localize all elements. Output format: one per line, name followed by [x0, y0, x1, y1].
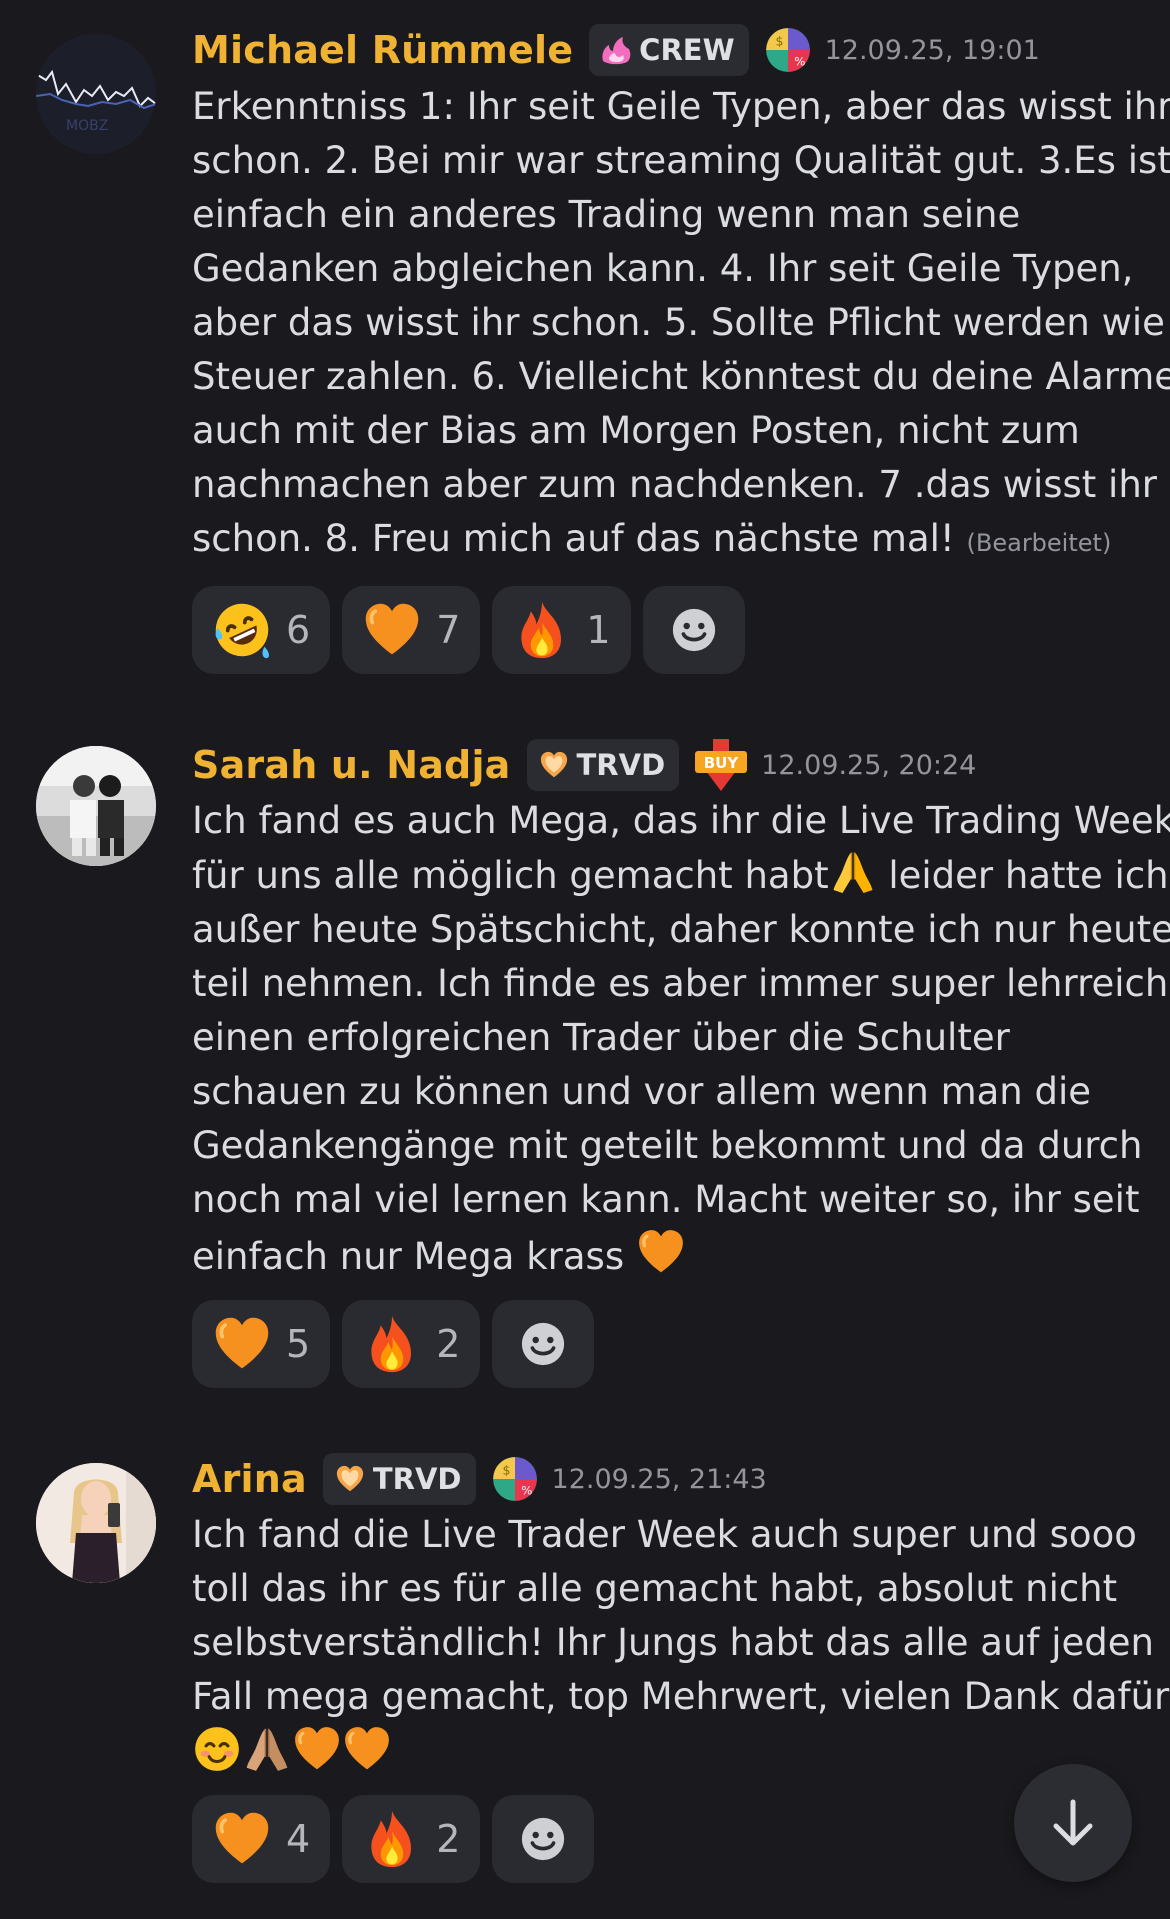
- message-text: Ich fand es auch Mega, das ihr die Live …: [192, 794, 1170, 1284]
- message-text: Erkenntniss 1: Ihr seit Geile Typen, abe…: [192, 80, 1170, 570]
- message-text: Ich fand die Live Trader Week auch super…: [192, 1508, 1170, 1778]
- svg-text:MOBZ: MOBZ: [66, 118, 108, 134]
- text-line-content: leider hatte ich: [876, 854, 1169, 897]
- trvd-tag[interactable]: TRVD: [322, 1453, 476, 1505]
- reaction-count: 2: [436, 1322, 461, 1366]
- avatar[interactable]: [36, 746, 156, 866]
- avatar[interactable]: MOBZ: [36, 34, 156, 154]
- rofl-emoji-icon: [212, 600, 272, 660]
- trvd-heart-icon: [336, 1465, 363, 1492]
- text-line: schauen zu können und vor allem wenn man…: [192, 1070, 1092, 1113]
- text-line: Steuer zahlen. 6. Vielleicht könntest du…: [192, 355, 1170, 398]
- text-line: auch mit der Bias am Morgen Posten, nich…: [192, 409, 1080, 452]
- message-header: Michael Rümmele CREW 12.09.25, 19:01: [192, 22, 1040, 78]
- text-line: selbstverständlich! Ihr Jungs habt das a…: [192, 1621, 1154, 1664]
- folded-hands-icon: [829, 848, 877, 896]
- scroll-to-bottom-button[interactable]: [1014, 1764, 1132, 1882]
- add-reaction-icon: [668, 604, 720, 656]
- reaction-orange-heart[interactable]: 7: [342, 586, 481, 674]
- text-line-content: einfach nur Mega krass: [192, 1235, 636, 1278]
- reaction-count: 7: [436, 608, 461, 652]
- text-line-content: schon. 8. Freu mich auf das nächste mal!: [192, 517, 967, 560]
- pie-role-icon[interactable]: [763, 25, 813, 75]
- text-line: Erkenntniss 1: Ihr seit Geile Typen, abe…: [192, 85, 1170, 128]
- timestamp: 12.09.25, 20:24: [761, 749, 977, 781]
- text-line: außer heute Spätschicht, daher konnte ic…: [192, 908, 1170, 951]
- reaction-orange-heart[interactable]: 4: [192, 1795, 331, 1883]
- text-line: Gedanken abgleichen kann. 4. Ihr seit Ge…: [192, 247, 1134, 290]
- reaction-count: 4: [286, 1817, 311, 1861]
- orange-heart-icon: [362, 600, 422, 660]
- reaction-fire[interactable]: 1: [492, 586, 631, 674]
- edited-label: (Bearbeitet): [966, 529, 1112, 557]
- reaction-count: 1: [586, 608, 611, 652]
- add-reaction-button[interactable]: [642, 586, 745, 674]
- text-line: Fall mega gemacht, top Mehrwert, vielen …: [192, 1675, 1170, 1718]
- tag-label: TRVD: [576, 748, 666, 782]
- text-line: noch mal viel lernen kann. Macht weiter …: [192, 1178, 1140, 1221]
- fire-icon: [512, 600, 572, 660]
- message-header: Sarah u. Nadja TRVD BUY 12.09.25, 20:24: [192, 737, 976, 793]
- orange-heart-icon: [212, 1314, 272, 1374]
- text-line: schon. 2. Bei mir war streaming Qualität…: [192, 139, 1170, 182]
- reaction-fire[interactable]: 2: [342, 1300, 481, 1388]
- text-line: toll das ihr es für alle gemacht habt, a…: [192, 1567, 1118, 1610]
- text-line: einfach ein anderes Trading wenn man sei…: [192, 193, 1021, 236]
- reaction-count: 5: [286, 1322, 311, 1366]
- tag-label: TRVD: [372, 1462, 462, 1496]
- emoji-line: [192, 1724, 1152, 1778]
- username[interactable]: Arina: [192, 1457, 307, 1501]
- text-line: nachmachen aber zum nachdenken. 7 .das w…: [192, 463, 1157, 506]
- reaction-fire[interactable]: 2: [342, 1795, 481, 1883]
- message-header: Arina TRVD 12.09.25, 21:43: [192, 1451, 767, 1507]
- fire-icon: [362, 1314, 422, 1374]
- reaction-orange-heart[interactable]: 5: [192, 1300, 331, 1388]
- folded-hands-icon: [242, 1724, 292, 1774]
- reaction-bar: 6 7 1: [192, 586, 757, 674]
- text-line-content: für uns alle möglich gemacht habt: [192, 854, 829, 897]
- trvd-tag[interactable]: TRVD: [526, 739, 680, 791]
- text-line: einfach nur Mega krass: [192, 1227, 1152, 1284]
- fire-icon: [362, 1809, 422, 1869]
- crew-tag[interactable]: CREW: [589, 24, 749, 76]
- username[interactable]: Michael Rümmele: [192, 28, 573, 72]
- text-line: teil nehmen. Ich finde es aber immer sup…: [192, 962, 1169, 1005]
- scroll-down-arrow-icon: [1053, 1799, 1093, 1846]
- orange-heart-icon: [636, 1227, 686, 1277]
- reaction-rofl[interactable]: 6: [192, 586, 331, 674]
- add-reaction-button[interactable]: [492, 1795, 595, 1883]
- add-reaction-icon: [517, 1318, 569, 1370]
- orange-heart-icon: [342, 1724, 392, 1774]
- blush-icon: [192, 1724, 242, 1774]
- reaction-bar: 4 2: [192, 1795, 606, 1883]
- tag-label: CREW: [639, 33, 735, 67]
- orange-heart-icon: [292, 1724, 342, 1774]
- add-reaction-icon: [517, 1813, 569, 1865]
- text-line: für uns alle möglich gemacht habt leider…: [192, 848, 1169, 903]
- orange-heart-icon: [212, 1809, 272, 1869]
- buy-badge-icon[interactable]: BUY: [693, 737, 749, 793]
- reaction-bar: 5 2: [192, 1300, 606, 1388]
- text-line: Ich fand es auch Mega, das ihr die Live …: [192, 799, 1170, 842]
- text-line: Ich fand die Live Trader Week auch super…: [192, 1513, 1137, 1556]
- timestamp: 12.09.25, 21:43: [551, 1463, 767, 1495]
- timestamp: 12.09.25, 19:01: [824, 34, 1040, 66]
- reaction-count: 6: [286, 608, 311, 652]
- username[interactable]: Sarah u. Nadja: [192, 743, 511, 787]
- text-line: aber das wisst ihr schon. 5. Sollte Pfli…: [192, 301, 1165, 344]
- reaction-count: 2: [436, 1817, 461, 1861]
- crew-flame-icon: [602, 37, 631, 65]
- text-line: Gedankengänge mit geteilt bekommt und da…: [192, 1124, 1143, 1167]
- pie-role-icon[interactable]: [490, 1454, 540, 1504]
- svg-text:BUY: BUY: [704, 754, 740, 772]
- add-reaction-button[interactable]: [492, 1300, 595, 1388]
- text-line: schon. 8. Freu mich auf das nächste mal!…: [192, 512, 1152, 570]
- trvd-heart-icon: [540, 751, 567, 778]
- avatar[interactable]: [36, 1463, 156, 1583]
- text-line: einen erfolgreichen Trader über die Schu…: [192, 1016, 1010, 1059]
